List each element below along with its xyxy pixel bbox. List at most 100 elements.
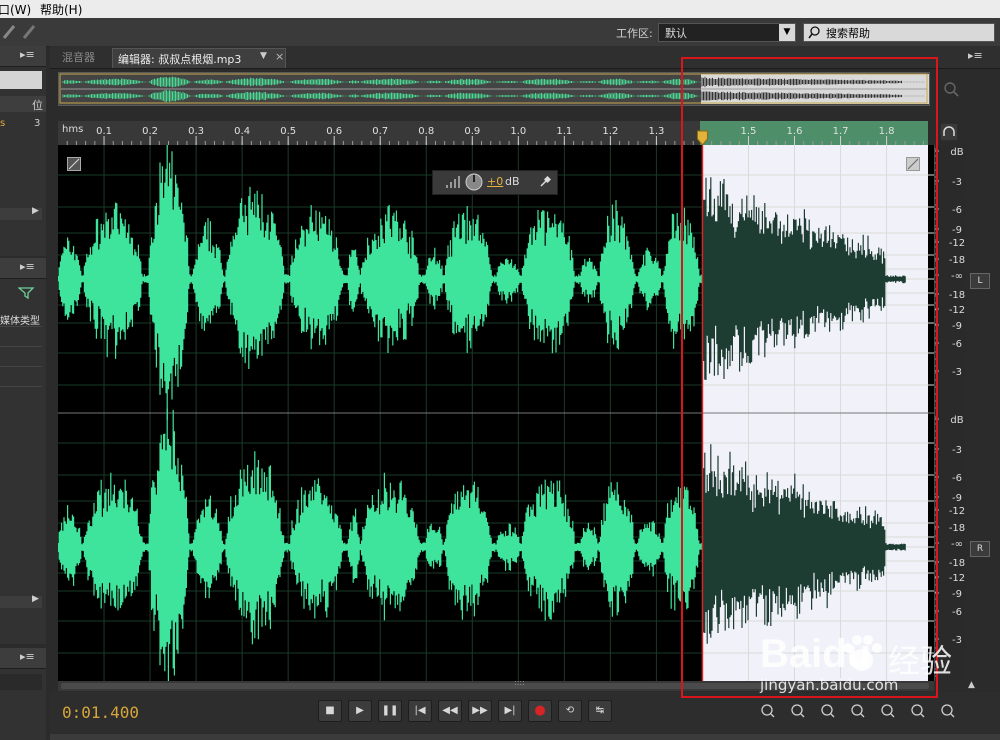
panel-header: ▸≡: [0, 258, 46, 279]
db-label-bottom: -∞: [951, 539, 963, 550]
panel-menu-icon[interactable]: ▸≡: [20, 48, 35, 61]
record-button[interactable]: ●: [528, 700, 552, 722]
headphones-icon[interactable]: [940, 123, 958, 141]
ruler-tick-label: 1.2: [602, 126, 618, 137]
db-label-top: dB: [950, 147, 963, 158]
paw-logo-icon: [843, 635, 882, 671]
panel-scrollbar[interactable]: ▶: [0, 594, 42, 608]
ruler-tick-label: 1.3: [648, 126, 664, 137]
channel-right-button[interactable]: R: [970, 541, 990, 557]
ruler-tick-label: 0.7: [372, 126, 388, 137]
highlight-box: [681, 57, 938, 698]
db-label-bottom: -6: [952, 473, 962, 484]
volume-value[interactable]: +0: [487, 175, 503, 188]
channel-buttons: L R: [966, 145, 996, 681]
brush-tool-icon[interactable]: [2, 23, 40, 41]
overview-wave: [62, 89, 701, 103]
column-position[interactable]: 位: [32, 97, 43, 113]
rewind-button[interactable]: ◀◀: [438, 700, 462, 722]
db-label-top: -∞: [951, 271, 963, 282]
volume-hud[interactable]: +0 dB: [432, 170, 558, 195]
workspace-label: 工作区:: [616, 27, 653, 40]
help-search-input[interactable]: 搜索帮助: [803, 23, 995, 42]
tab-editor[interactable]: 编辑器: 叔叔点根烟.mp3 ▼: [112, 48, 286, 68]
db-label-top: -12: [949, 238, 965, 249]
ruler-tick-label: 0.8: [418, 126, 434, 137]
db-label-bottom: -18: [949, 558, 965, 569]
file-row-unit: s: [0, 118, 6, 129]
db-label-bottom: -6: [952, 607, 962, 618]
scroll-up-icon[interactable]: ▲: [968, 680, 975, 690]
ruler-tick-label: 0.4: [234, 126, 250, 137]
ruler-tick-label: 0.1: [96, 126, 112, 137]
volume-unit: dB: [505, 175, 520, 188]
ruler-tick-label: 0.3: [188, 126, 204, 137]
db-label-bottom: -3: [952, 445, 962, 456]
db-label-top: -3: [952, 177, 962, 188]
search-icon: [808, 26, 820, 39]
skip-selection-button[interactable]: ↹: [588, 700, 612, 722]
db-label-top: -18: [949, 290, 965, 301]
history-item[interactable]: [0, 674, 42, 690]
db-label-bottom: -9: [952, 493, 962, 504]
loop-button[interactable]: ⟲: [558, 700, 582, 722]
db-label-top: -18: [949, 255, 965, 266]
toolbar: 工作区: 默认 ▼ 搜索帮助: [0, 18, 1000, 47]
pause-button[interactable]: ❚❚: [378, 700, 402, 722]
hud-toggle-icon[interactable]: [67, 157, 81, 171]
time-display[interactable]: 0:01.400: [62, 703, 139, 722]
db-scale-ticks: dB -3 -6 -9 -12 -18 -∞ -18 -12 -9 -6 -3 dB -3 -6 -9 -12 -…: [935, 147, 965, 677]
menu-window[interactable]: 口(W): [0, 1, 31, 18]
lower-panel-edge: [50, 734, 1000, 740]
ruler-tick-label: 0.6: [326, 126, 342, 137]
workspace-value: 默认: [665, 27, 687, 40]
stop-button[interactable]: ■: [318, 700, 342, 722]
ruler-tick-label: 1.1: [556, 126, 572, 137]
menu-bar: 口(W) 帮助(H): [0, 0, 1000, 18]
media-type-column[interactable]: 媒体类型: [0, 312, 40, 327]
filter-input[interactable]: [0, 71, 42, 89]
panel-header: ▸≡: [0, 46, 46, 67]
zoom-controls[interactable]: [755, 702, 975, 720]
db-label-bottom: -12: [949, 506, 965, 517]
menu-help[interactable]: 帮助(H): [40, 1, 82, 18]
help-search-placeholder: 搜索帮助: [826, 27, 870, 40]
panel-menu-icon[interactable]: ▸≡: [20, 650, 35, 663]
panel-header: ▸≡: [0, 648, 46, 669]
ruler-tick-label: 0.9: [464, 126, 480, 137]
db-label-top: -6: [952, 339, 962, 350]
db-label-top: -6: [952, 205, 962, 216]
files-panel: ▸≡ 位 s 3 ▶: [0, 46, 46, 256]
workspace-select[interactable]: 默认 ▼: [658, 23, 796, 42]
chevron-down-icon[interactable]: ▼: [779, 24, 795, 41]
ruler-tick-label: 0.2: [142, 126, 158, 137]
close-icon[interactable]: ×: [275, 50, 284, 63]
tab-mixer[interactable]: 混音器: [62, 49, 95, 67]
db-label-top: -3: [952, 367, 962, 378]
db-label-bottom: -18: [949, 523, 965, 534]
panel-menu-icon[interactable]: ▸≡: [20, 260, 35, 273]
go-to-end-button[interactable]: ▶|: [498, 700, 522, 722]
db-label-bottom: -3: [952, 635, 962, 646]
db-label-bottom: dB: [950, 415, 963, 426]
panel-scrollbar[interactable]: ▶: [0, 206, 42, 220]
db-label-bottom: -12: [949, 573, 965, 584]
media-browser-panel: ▸≡ 媒体类型 ▶: [0, 258, 46, 644]
column-header: 位: [0, 96, 46, 112]
filter-icon[interactable]: [18, 286, 36, 300]
go-to-start-button[interactable]: |◀: [408, 700, 432, 722]
db-label-top: -9: [952, 225, 962, 236]
tab-dropdown-icon[interactable]: ▼: [260, 51, 267, 61]
volume-knob-icon[interactable]: [465, 173, 483, 191]
file-row-value: 3: [34, 118, 41, 129]
panel-menu-icon[interactable]: ▸≡: [968, 49, 983, 62]
ruler-tick-label: 0.5: [280, 126, 296, 137]
level-icon: [446, 176, 460, 188]
channel-left-button[interactable]: L: [970, 273, 990, 289]
fast-forward-button[interactable]: ▶▶: [468, 700, 492, 722]
history-panel: ▸≡: [0, 648, 46, 740]
play-button[interactable]: ▶: [348, 700, 372, 722]
pin-icon[interactable]: [539, 176, 551, 188]
db-label-bottom: -9: [952, 589, 962, 600]
zoom-icon[interactable]: [942, 80, 960, 98]
